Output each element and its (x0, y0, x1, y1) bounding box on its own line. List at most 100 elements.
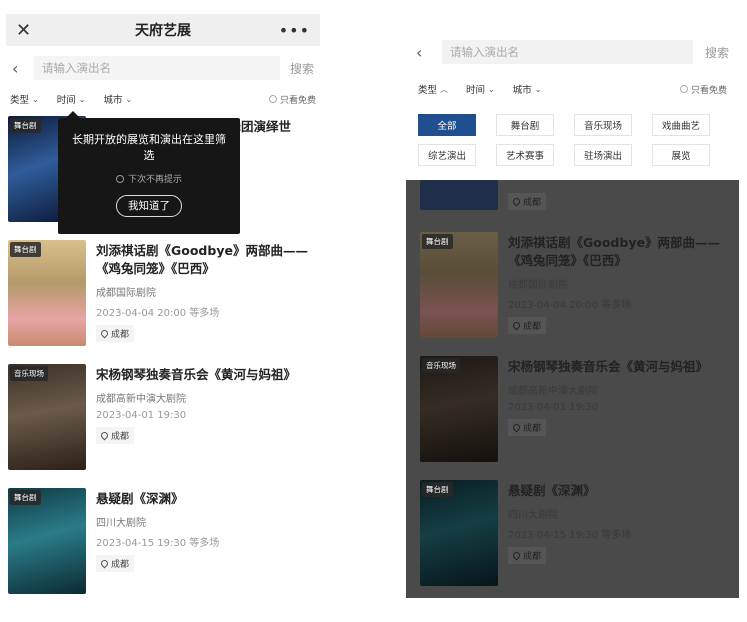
free-only-label: 只看免费 (690, 85, 727, 96)
city-label: 成都 (523, 322, 542, 332)
poster-image: 舞台剧 (420, 232, 498, 338)
list-item: 音乐现场 宋杨钢琴独奏音乐会《黄河与妈祖》 成都高新中演大剧院 2023-04-… (418, 356, 727, 480)
item-info: 悬疑剧《深渊》 四川大剧院 2023-04-15 19:30 等多场 成都 (96, 488, 318, 602)
dont-remind-label: 下次不再提示 (127, 175, 182, 185)
item-info: 悬疑剧《深渊》 四川大剧院 2023-04-15 19:30 等多场 成都 (508, 480, 725, 598)
chevron-down-icon: ⌄ (78, 94, 86, 104)
search-row: ‹ 请输入演出名 搜索 (6, 52, 320, 84)
item-title: 宋杨钢琴独奏音乐会《黄河与妈祖》 (96, 367, 297, 382)
right-screen: ‹ 请输入演出名 搜索 类型 ︿ 时间 ⌄ 城市 ⌄ 只看免费 全部 舞台剧 音乐现场… (406, 14, 739, 598)
item-title: 刘添祺话剧《Goodbye》两部曲——《鸡兔同笼》《巴西》 (96, 243, 308, 276)
filter-time[interactable]: 时间 ⌄ (466, 82, 495, 97)
search-button[interactable]: 搜索 (290, 60, 314, 77)
search-input[interactable]: 请输入演出名 (34, 56, 280, 80)
filter-row: 类型 ⌄ 时间 ⌄ 城市 ⌄ 只看免费 (6, 86, 320, 112)
chip-art-contest[interactable]: 艺术赛事 (496, 144, 554, 166)
poster-image: 舞台剧 (8, 240, 86, 346)
item-venue: 成都高新中演大剧院 (508, 386, 598, 397)
item-title: 刘添祺话剧《Goodbye》两部曲——《鸡兔同笼》《巴西》 (508, 235, 720, 268)
city-badge: 成都 (96, 555, 135, 572)
category-tag: 音乐现场 (10, 366, 48, 381)
chevron-down-icon: ⌄ (32, 94, 39, 104)
poster-image: 舞台剧 (420, 480, 498, 586)
filter-time[interactable]: 时间 ⌄ (56, 92, 86, 107)
chip-opera[interactable]: 戏曲曲艺 (652, 114, 710, 136)
city-label: 成都 (523, 552, 542, 562)
search-input[interactable]: 请输入演出名 (442, 40, 693, 64)
poster-image (420, 180, 498, 210)
filter-row: 类型 ︿ 时间 ⌄ 城市 ⌄ 只看免费 (406, 76, 739, 102)
close-icon[interactable]: ✕ (16, 20, 36, 41)
chip-residency[interactable]: 驻场演出 (574, 144, 632, 166)
filter-type[interactable]: 类型 ︿ (418, 82, 448, 97)
list-item: 舞台剧 刘添祺话剧《Goodbye》两部曲——《鸡兔同笼》《巴西》 成都国际剧院… (418, 232, 727, 356)
tooltip-text: 长期开放的展览和演出在这里筛选 (72, 133, 226, 162)
list-item[interactable]: 音乐现场 宋杨钢琴独奏音乐会《黄河与妈祖》 成都高新中演大剧院 2023-04-… (6, 364, 320, 488)
filter-city-label: 城市 (103, 95, 123, 106)
search-row: ‹ 请输入演出名 搜索 (406, 36, 739, 68)
show-list: 舞台剧 蕾舞团演绎世 舞台剧 刘添祺话剧《Goodbye》两部曲——《鸡兔同笼》… (6, 111, 320, 602)
item-venue: 成都高新中演大剧院 (96, 394, 186, 405)
radio-icon (679, 85, 688, 93)
item-time: 2023-04-01 19:30 (508, 402, 599, 413)
list-item: 成都 (418, 180, 727, 232)
filter-city[interactable]: 城市 ⌄ (513, 82, 542, 97)
city-label: 成都 (111, 560, 130, 570)
city-label: 成都 (111, 330, 130, 340)
chip-exhibition[interactable]: 展览 (652, 144, 710, 166)
category-tag: 舞台剧 (10, 490, 41, 505)
chevron-down-icon: ⌄ (534, 84, 542, 94)
radio-icon (268, 95, 277, 103)
location-pin-icon (99, 558, 110, 569)
filter-type-label: 类型 (10, 95, 30, 106)
location-pin-icon (511, 422, 522, 433)
location-pin-icon (511, 320, 522, 331)
item-info: 刘添祺话剧《Goodbye》两部曲——《鸡兔同笼》《巴西》 成都国际剧院 202… (96, 240, 318, 364)
chip-music-live[interactable]: 音乐现场 (574, 114, 632, 136)
chevron-down-icon: ⌄ (125, 94, 133, 104)
item-time: 2023-04-15 19:30 等多场 (508, 530, 632, 541)
filter-type-label: 类型 (418, 85, 438, 96)
chevron-down-icon: ⌄ (488, 84, 495, 94)
title-bar: ✕ 天府艺展 ••• (6, 14, 320, 46)
search-placeholder: 请输入演出名 (450, 45, 519, 59)
tooltip-arrow (66, 111, 80, 118)
chip-stage[interactable]: 舞台剧 (496, 114, 554, 136)
poster-image: 音乐现场 (8, 364, 86, 470)
back-icon[interactable]: ‹ (416, 43, 432, 62)
city-badge: 成都 (508, 419, 547, 436)
city-badge: 成都 (96, 427, 135, 444)
list-item[interactable]: 舞台剧 刘添祺话剧《Goodbye》两部曲——《鸡兔同笼》《巴西》 成都国际剧院… (6, 240, 320, 364)
filter-time-label: 时间 (56, 95, 76, 106)
filter-tooltip: 长期开放的展览和演出在这里筛选 下次不再提示 我知道了 (58, 111, 240, 234)
back-icon[interactable]: ‹ (12, 59, 28, 78)
category-tag: 舞台剧 (422, 234, 453, 249)
city-badge: 成都 (508, 547, 547, 564)
free-only-toggle[interactable]: 只看免费 (268, 93, 316, 106)
item-time: 2023-04-04 20:00 等多场 (96, 308, 220, 319)
free-only-toggle[interactable]: 只看免费 (679, 83, 727, 96)
show-list: 成都 舞台剧 刘添祺话剧《Goodbye》两部曲——《鸡兔同笼》《巴西》 成都国… (406, 180, 739, 598)
dont-remind-toggle[interactable]: 下次不再提示 (68, 172, 230, 185)
item-title: 悬疑剧《深渊》 (96, 491, 184, 506)
list-item[interactable]: 舞台剧 悬疑剧《深渊》 四川大剧院 2023-04-15 19:30 等多场 成… (6, 488, 320, 602)
chip-all[interactable]: 全部 (418, 114, 476, 136)
got-it-button[interactable]: 我知道了 (116, 195, 182, 217)
filter-city[interactable]: 城市 ⌄ (103, 92, 133, 107)
free-only-label: 只看免费 (279, 95, 316, 106)
item-time: 2023-04-04 20:00 等多场 (508, 300, 632, 311)
chip-variety[interactable]: 综艺演出 (418, 144, 476, 166)
search-placeholder: 请输入演出名 (42, 61, 111, 75)
item-info: 刘添祺话剧《Goodbye》两部曲——《鸡兔同笼》《巴西》 成都国际剧院 202… (508, 232, 725, 356)
search-button[interactable]: 搜索 (705, 44, 729, 61)
left-screen: ✕ 天府艺展 ••• ‹ 请输入演出名 搜索 类型 ⌄ 时间 ⌄ 城市 ⌄ 只看免费 … (6, 14, 320, 602)
item-title: 宋杨钢琴独奏音乐会《黄河与妈祖》 (508, 359, 709, 374)
category-tag: 舞台剧 (422, 482, 453, 497)
dimmed-list-mask[interactable]: 成都 舞台剧 刘添祺话剧《Goodbye》两部曲——《鸡兔同笼》《巴西》 成都国… (406, 180, 739, 598)
category-tag: 音乐现场 (422, 358, 460, 373)
location-pin-icon (511, 550, 522, 561)
more-icon[interactable]: ••• (279, 21, 310, 40)
location-pin-icon (511, 196, 522, 207)
filter-type[interactable]: 类型 ⌄ (10, 92, 39, 107)
city-label: 成都 (523, 198, 542, 208)
